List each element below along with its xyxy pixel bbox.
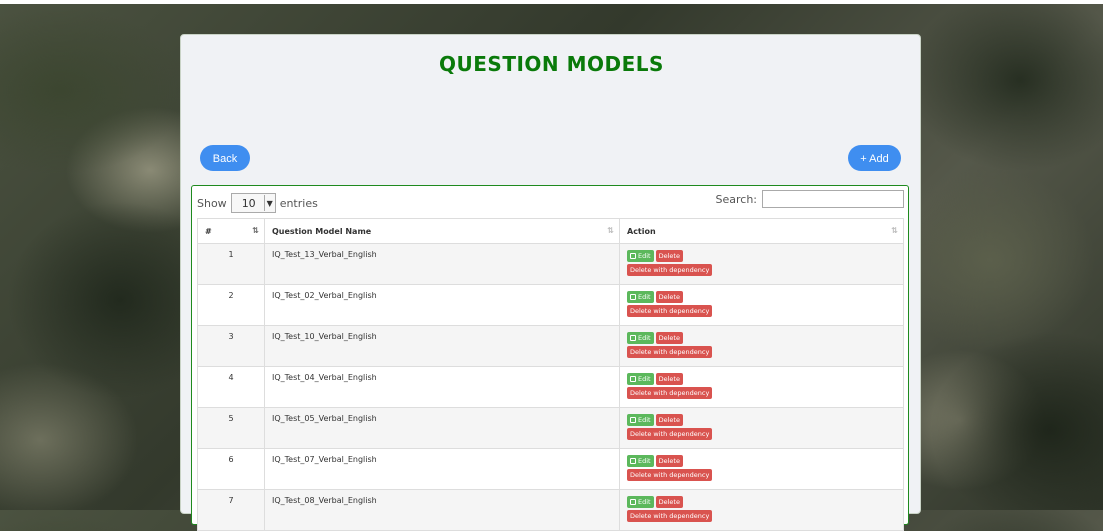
question-model-name: IQ_Test_08_Verbal_English [264,489,620,531]
question-model-name: IQ_Test_05_Verbal_English [264,407,620,449]
question-model-name: IQ_Test_10_Verbal_English [264,325,620,367]
edit-button[interactable]: Edit [627,250,654,262]
edit-icon [630,458,636,464]
edit-label: Edit [638,457,651,465]
search-input[interactable] [762,190,904,208]
edit-label: Edit [638,334,651,342]
column-header-action[interactable]: Action ⇅ [619,218,904,244]
sort-icon: ⇅ [252,226,259,235]
main-panel: QUESTION MODELS Back + Add Show 10 ▼ ent… [180,34,921,531]
table-row: 5 IQ_Test_05_Verbal_English Edit Delete Dele… [197,407,904,449]
table-row: 6 IQ_Test_07_Verbal_English Edit Delete Dele… [197,448,904,490]
table-row: 2 IQ_Test_02_Verbal_English Edit Delete Dele… [197,284,904,326]
edit-icon [630,376,636,382]
add-button[interactable]: + Add [848,145,901,171]
delete-with-dependency-button[interactable]: Delete with dependency [627,428,713,440]
delete-with-dependency-button[interactable]: Delete with dependency [627,305,713,317]
column-header-label: # [205,226,212,236]
question-model-name: IQ_Test_04_Verbal_English [264,366,620,408]
top-bar [0,0,1103,4]
search-control: Search: [715,190,904,208]
row-actions: Edit Delete Delete with dependency [619,489,904,531]
row-actions: Edit Delete Delete with dependency [619,366,904,408]
question-models-table: # ⇅ Question Model Name ⇅ Action ⇅ 1 IQ_T… [197,218,904,531]
edit-button[interactable]: Edit [627,496,654,508]
datatable-container: Show 10 ▼ entries Search: # ⇅ Question M… [191,185,909,531]
entries-select-value: 10 [241,196,256,210]
entries-length-control: Show 10 ▼ entries [197,193,318,213]
column-header-number[interactable]: # ⇅ [197,218,265,244]
table-row: 1 IQ_Test_13_Verbal_English Edit Delete Dele… [197,243,904,285]
edit-label: Edit [638,498,651,506]
table-row: 7 IQ_Test_08_Verbal_English Edit Delete Dele… [197,489,904,531]
row-number: 2 [197,284,265,326]
delete-button[interactable]: Delete [655,291,683,303]
row-number: 4 [197,366,265,408]
sort-icon: ⇅ [607,226,614,235]
delete-button[interactable]: Delete [655,332,683,344]
column-header-label: Action [627,226,656,236]
delete-with-dependency-button[interactable]: Delete with dependency [627,469,713,481]
entries-label: entries [279,196,318,210]
back-button[interactable]: Back [200,145,250,171]
edit-icon [630,499,636,505]
row-actions: Edit Delete Delete with dependency [619,243,904,285]
table-header-row: # ⇅ Question Model Name ⇅ Action ⇅ [197,218,904,244]
delete-button[interactable]: Delete [655,250,683,262]
delete-button[interactable]: Delete [655,414,683,426]
entries-select[interactable]: 10 ▼ [230,193,276,213]
edit-label: Edit [638,293,651,301]
page-title: QUESTION MODELS [439,52,664,76]
delete-button[interactable]: Delete [655,496,683,508]
delete-with-dependency-button[interactable]: Delete with dependency [627,346,713,358]
edit-icon [630,294,636,300]
edit-button[interactable]: Edit [627,414,654,426]
delete-button[interactable]: Delete [655,455,683,467]
row-number: 5 [197,407,265,449]
delete-button[interactable]: Delete [655,373,683,385]
row-number: 3 [197,325,265,367]
edit-icon [630,417,636,423]
row-number: 7 [197,489,265,531]
chevron-down-icon: ▼ [263,195,275,211]
search-label: Search: [715,192,758,206]
row-actions: Edit Delete Delete with dependency [619,325,904,367]
question-model-name: IQ_Test_07_Verbal_English [264,448,620,490]
edit-label: Edit [638,416,651,424]
edit-label: Edit [638,375,651,383]
row-number: 6 [197,448,265,490]
edit-button[interactable]: Edit [627,332,654,344]
delete-with-dependency-button[interactable]: Delete with dependency [627,387,713,399]
table-row: 3 IQ_Test_10_Verbal_English Edit Delete Dele… [197,325,904,367]
show-label: Show [197,196,227,210]
table-row: 4 IQ_Test_04_Verbal_English Edit Delete Dele… [197,366,904,408]
edit-icon [630,253,636,259]
edit-button[interactable]: Edit [627,373,654,385]
row-actions: Edit Delete Delete with dependency [619,284,904,326]
question-model-name: IQ_Test_13_Verbal_English [264,243,620,285]
question-model-name: IQ_Test_02_Verbal_English [264,284,620,326]
edit-icon [630,335,636,341]
edit-button[interactable]: Edit [627,291,654,303]
delete-with-dependency-button[interactable]: Delete with dependency [627,510,713,522]
row-actions: Edit Delete Delete with dependency [619,448,904,490]
row-number: 1 [197,243,265,285]
delete-with-dependency-button[interactable]: Delete with dependency [627,264,713,276]
column-header-name[interactable]: Question Model Name ⇅ [264,218,620,244]
sort-icon: ⇅ [891,226,898,235]
edit-button[interactable]: Edit [627,455,654,467]
edit-label: Edit [638,252,651,260]
row-actions: Edit Delete Delete with dependency [619,407,904,449]
column-header-label: Question Model Name [272,226,372,236]
